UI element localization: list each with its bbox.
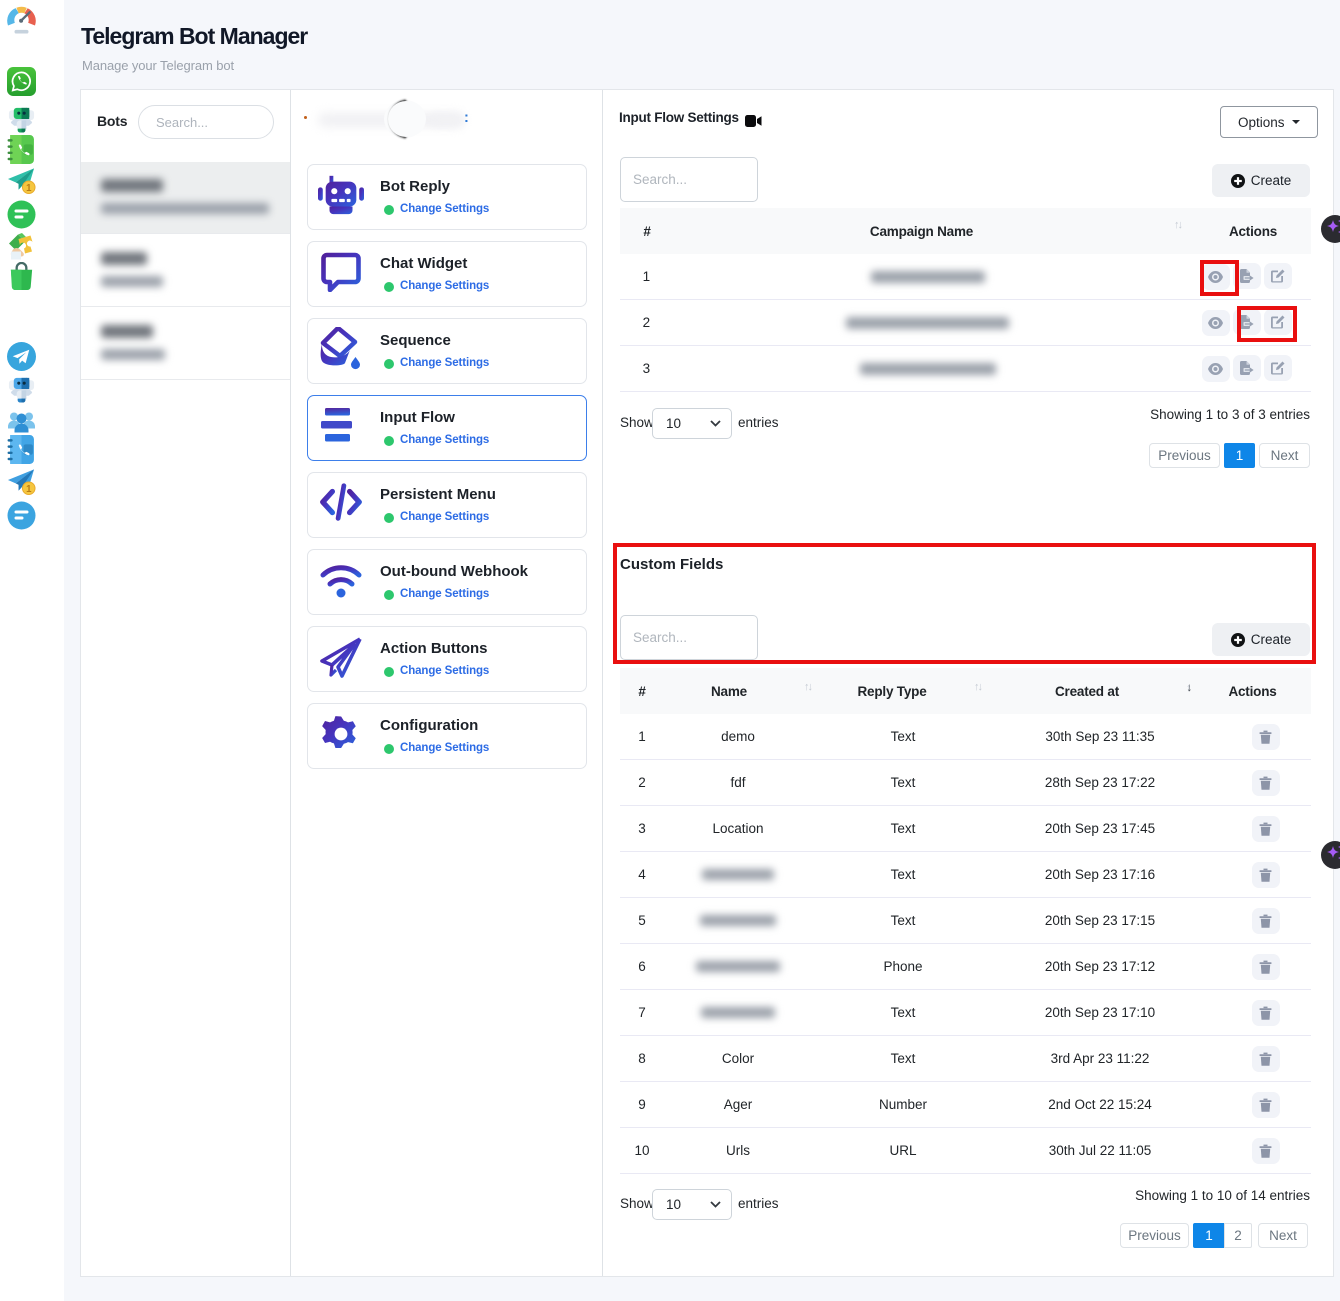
svg-text:1: 1	[26, 183, 32, 194]
svg-text:1: 1	[26, 484, 32, 495]
